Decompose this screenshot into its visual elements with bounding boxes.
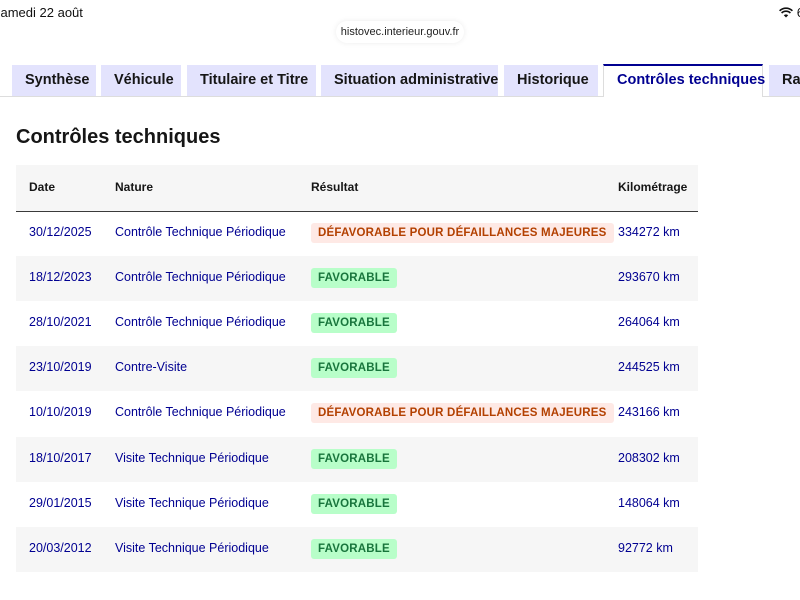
row-nature: Visite Technique Périodique bbox=[115, 451, 269, 465]
row-date: 23/10/2019 bbox=[29, 360, 92, 374]
header-km: Kilométrage bbox=[618, 180, 688, 194]
table-header: Date Nature Résultat Kilométrage bbox=[16, 165, 698, 212]
row-date: 30/12/2025 bbox=[29, 225, 92, 239]
table-row: 29/01/2015 Visite Technique Périodique F… bbox=[16, 482, 698, 527]
result-badge: FAVORABLE bbox=[311, 539, 397, 559]
tab-label: Synthèse bbox=[25, 72, 90, 88]
row-km: 264064 km bbox=[618, 315, 680, 329]
row-nature: Contrôle Technique Périodique bbox=[115, 405, 286, 419]
tab-label: Véhicule bbox=[114, 72, 174, 88]
table-row: 28/10/2021 Contrôle Technique Périodique… bbox=[16, 301, 698, 346]
row-km: 334272 km bbox=[618, 225, 680, 239]
tab-label: Titulaire et Titre bbox=[200, 72, 309, 88]
row-km: 293670 km bbox=[618, 270, 680, 284]
row-nature: Contrôle Technique Périodique bbox=[115, 270, 286, 284]
row-date: 18/12/2023 bbox=[29, 270, 92, 284]
result-badge: FAVORABLE bbox=[311, 494, 397, 514]
wifi-icon bbox=[778, 7, 793, 18]
row-date: 29/01/2015 bbox=[29, 496, 92, 510]
address-url: histovec.interieur.gouv.fr bbox=[340, 26, 460, 38]
row-nature: Contrôle Technique Périodique bbox=[115, 315, 286, 329]
header-nature: Nature bbox=[115, 180, 154, 194]
result-badge: DÉFAVORABLE POUR DÉFAILLANCES MAJEURES bbox=[311, 403, 614, 423]
page-title: Contrôles techniques bbox=[16, 126, 221, 148]
result-badge: FAVORABLE bbox=[311, 268, 397, 288]
table-row: 10/10/2019 Contrôle Technique Périodique… bbox=[16, 391, 698, 436]
tab-synthese[interactable]: Synthèse bbox=[12, 65, 96, 96]
row-date: 18/10/2017 bbox=[29, 451, 92, 465]
row-nature: Visite Technique Périodique bbox=[115, 541, 269, 555]
status-date: samedi 22 août bbox=[0, 5, 83, 20]
table-row: 18/10/2017 Visite Technique Périodique F… bbox=[16, 437, 698, 482]
result-badge: FAVORABLE bbox=[311, 449, 397, 469]
table-row: 18/12/2023 Contrôle Technique Périodique… bbox=[16, 256, 698, 301]
tab-rapport[interactable]: Rap bbox=[769, 65, 800, 96]
tab-label: Historique bbox=[517, 72, 589, 88]
table-row: 23/10/2019 Contre-Visite FAVORABLE 24452… bbox=[16, 346, 698, 391]
table-row: 20/03/2012 Visite Technique Périodique F… bbox=[16, 527, 698, 572]
result-badge: FAVORABLE bbox=[311, 313, 397, 333]
row-km: 243166 km bbox=[618, 405, 680, 419]
row-nature: Contre-Visite bbox=[115, 360, 188, 374]
row-km: 92772 km bbox=[618, 541, 673, 555]
tab-situation-administrative[interactable]: Situation administrative bbox=[321, 65, 498, 96]
row-nature: Contrôle Technique Périodique bbox=[115, 225, 286, 239]
row-date: 20/03/2012 bbox=[29, 541, 92, 555]
tab-label: Rap bbox=[782, 72, 800, 88]
row-km: 148064 km bbox=[618, 496, 680, 510]
tab-historique[interactable]: Historique bbox=[504, 65, 598, 96]
row-km: 244525 km bbox=[618, 360, 680, 374]
header-result: Résultat bbox=[311, 180, 359, 194]
row-date: 10/10/2019 bbox=[29, 405, 92, 419]
table-row: 30/12/2025 Contrôle Technique Périodique… bbox=[16, 211, 698, 256]
tab-controles-techniques[interactable]: Contrôles techniques bbox=[603, 64, 766, 97]
result-badge: DÉFAVORABLE POUR DÉFAILLANCES MAJEURES bbox=[311, 223, 614, 243]
address-bar[interactable]: histovec.interieur.gouv.fr bbox=[336, 21, 464, 43]
tab-label: Contrôles techniques bbox=[617, 72, 766, 88]
row-km: 208302 km bbox=[618, 451, 680, 465]
tab-titulaire-et-titre[interactable]: Titulaire et Titre bbox=[187, 65, 316, 96]
header-date: Date bbox=[29, 180, 56, 194]
tab-vehicule[interactable]: Véhicule bbox=[101, 65, 181, 96]
row-date: 28/10/2021 bbox=[29, 315, 92, 329]
tab-label: Situation administrative bbox=[334, 72, 499, 88]
status-indicators: 6 bbox=[778, 5, 800, 20]
row-nature: Visite Technique Périodique bbox=[115, 496, 269, 510]
result-badge: FAVORABLE bbox=[311, 358, 397, 378]
